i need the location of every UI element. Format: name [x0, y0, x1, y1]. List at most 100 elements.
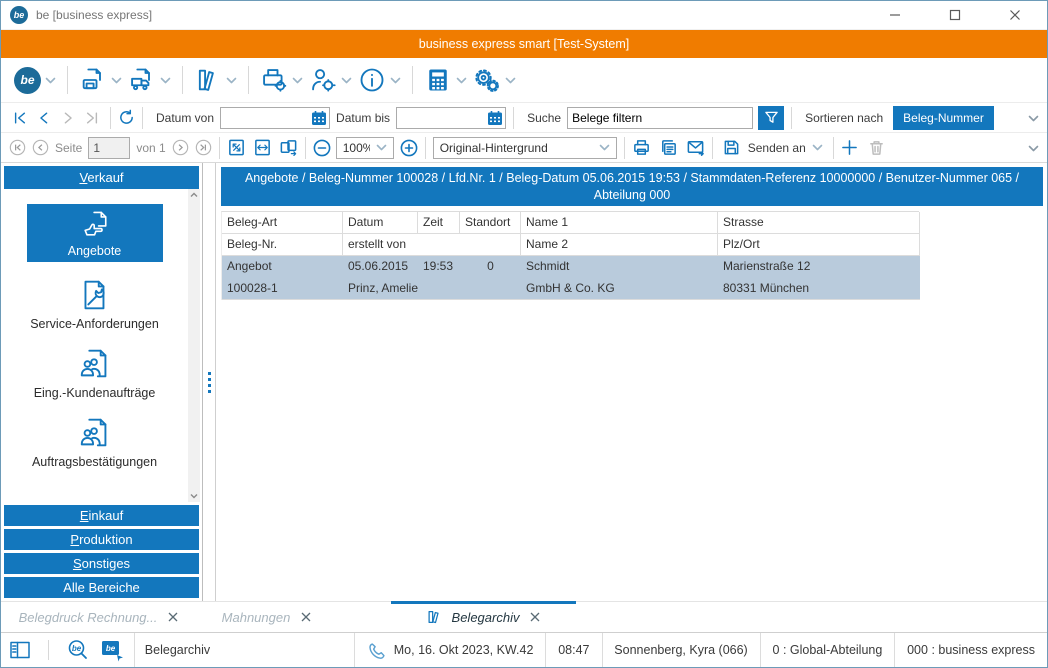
table-cell-standort[interactable]: 0	[460, 256, 521, 278]
date-to-label: Datum bis	[336, 111, 390, 125]
sidebar: Verkauf Angebote Service-Anforderungen E…	[1, 163, 203, 601]
table-cell-beleg-nr[interactable]: 100028-1	[222, 278, 343, 300]
sidebar-section-verkauf[interactable]: Verkauf	[4, 166, 199, 189]
close-tab-icon[interactable]	[529, 611, 541, 623]
previous-page-button[interactable]	[32, 139, 49, 156]
close-button[interactable]	[1008, 8, 1022, 22]
column-header[interactable]: Name 2	[521, 234, 718, 256]
title-bar: be be [business express]	[1, 1, 1047, 30]
sidebar-item-label: Auftragsbestätigungen	[32, 455, 157, 469]
minimize-button[interactable]	[888, 8, 902, 22]
be-window-icon[interactable]: be	[100, 638, 126, 662]
calculator-menu-button[interactable]	[421, 64, 470, 96]
column-header[interactable]: Strasse	[718, 212, 920, 234]
chevron-down-icon[interactable]	[1028, 115, 1039, 122]
app-logo-icon: be	[10, 6, 28, 24]
scroll-down-icon[interactable]	[190, 492, 198, 500]
toolbar-separator	[791, 107, 792, 129]
zoom-in-button[interactable]	[400, 139, 418, 157]
sidebar-section-produktion[interactable]: Produktion	[4, 529, 199, 550]
page-number-input[interactable]	[88, 137, 130, 159]
info-menu-button[interactable]	[355, 64, 404, 96]
fit-page-button[interactable]	[227, 138, 246, 157]
tab-mahnungen[interactable]: Mahnungen	[201, 602, 333, 632]
last-record-button[interactable]	[85, 111, 99, 125]
layout-panel-icon[interactable]	[9, 639, 31, 661]
table-cell-strasse[interactable]: Marienstraße 12	[718, 256, 920, 278]
copy-print-button[interactable]	[659, 138, 678, 157]
toolbar-separator	[425, 137, 426, 159]
background-select[interactable]: Original-Hintergrund	[433, 137, 617, 159]
sidebar-scrollbar[interactable]	[188, 189, 200, 502]
sort-by-button[interactable]: Beleg-Nummer	[893, 106, 994, 130]
table-cell-plz-ort[interactable]: 80331 München	[718, 278, 920, 300]
column-header[interactable]: Standort	[460, 212, 521, 234]
document-printer-icon	[79, 66, 107, 94]
delete-button[interactable]	[868, 139, 885, 156]
document-dispatch-menu-button[interactable]	[125, 64, 174, 96]
sidebar-section-einkauf[interactable]: Einkauf	[4, 505, 199, 526]
column-header[interactable]: Beleg-Nr.	[222, 234, 343, 256]
toolbar-separator	[412, 66, 413, 94]
tab-belegdruck-rechnung[interactable]: Belegdruck Rechnung...	[9, 602, 189, 632]
next-page-button[interactable]	[172, 139, 189, 156]
table-cell-zeit[interactable]: 19:53	[418, 256, 460, 278]
column-header[interactable]: Plz/Ort	[718, 234, 920, 256]
tab-belegarchiv[interactable]: Belegarchiv	[391, 602, 576, 632]
multi-page-view-button[interactable]	[279, 138, 298, 157]
first-page-button[interactable]	[9, 139, 26, 156]
close-tab-icon[interactable]	[167, 611, 179, 623]
last-page-button[interactable]	[195, 139, 212, 156]
table-cell-name1[interactable]: Schmidt	[521, 256, 718, 278]
send-to-button[interactable]: Senden an	[720, 137, 826, 158]
next-record-button[interactable]	[61, 111, 75, 125]
user-settings-menu-button[interactable]	[306, 64, 355, 96]
search-input[interactable]	[567, 107, 753, 129]
table-cell-erstellt-von[interactable]: Prinz, Amelie	[343, 278, 521, 300]
sort-by-label: Sortieren nach	[805, 111, 883, 125]
sidebar-item-angebote[interactable]: Angebote	[27, 204, 163, 262]
zoom-level-select[interactable]: 100%	[336, 137, 394, 159]
partial-books-icon	[77, 484, 113, 502]
calendar-icon[interactable]	[487, 110, 503, 126]
chevron-down-icon[interactable]	[1028, 145, 1039, 152]
phone-icon[interactable]	[367, 641, 386, 660]
print-settings-menu-button[interactable]	[257, 64, 306, 96]
print-button[interactable]	[632, 138, 651, 157]
document-print-menu-button[interactable]	[76, 64, 125, 96]
add-button[interactable]	[841, 139, 858, 156]
statusbar-date: Mo, 16. Okt 2023, KW.42	[355, 633, 546, 667]
column-header[interactable]: Beleg-Art	[222, 212, 343, 234]
first-record-button[interactable]	[13, 111, 27, 125]
column-header[interactable]: Zeit	[418, 212, 460, 234]
column-header[interactable]: Name 1	[521, 212, 718, 234]
zoom-out-button[interactable]	[313, 139, 331, 157]
maximize-button[interactable]	[948, 8, 962, 22]
archive-menu-button[interactable]	[191, 64, 240, 96]
email-button[interactable]	[686, 138, 705, 157]
sidebar-section-alle-bereiche[interactable]: Alle Bereiche	[4, 577, 199, 598]
sidebar-item-auftragsbestaetigungen[interactable]: Auftragsbestätigungen	[32, 415, 157, 469]
be-search-icon[interactable]: be	[66, 638, 90, 662]
close-tab-icon[interactable]	[300, 611, 312, 623]
calendar-icon[interactable]	[311, 110, 327, 126]
refresh-button[interactable]	[118, 109, 135, 126]
sidebar-section-sonstiges[interactable]: Sonstiges	[4, 553, 199, 574]
table-cell-name2[interactable]: GmbH & Co. KG	[521, 278, 718, 300]
previous-record-button[interactable]	[37, 111, 51, 125]
toolbar-separator	[248, 66, 249, 94]
be-menu-button[interactable]: be	[11, 65, 59, 96]
fit-width-button[interactable]	[253, 138, 272, 157]
sidebar-item-partial[interactable]	[77, 484, 113, 502]
sidebar-item-service-anforderungen[interactable]: Service-Anforderungen	[30, 277, 159, 331]
table-cell-beleg-art[interactable]: Angebot	[222, 256, 343, 278]
settings-menu-button[interactable]	[470, 64, 519, 96]
sidebar-item-eing-kundenauftraege[interactable]: Eing.-Kundenaufträge	[34, 346, 156, 400]
scroll-up-icon[interactable]	[190, 191, 198, 199]
column-header[interactable]: erstellt von	[343, 234, 521, 256]
filter-button[interactable]	[758, 106, 784, 130]
column-header[interactable]: Datum	[343, 212, 418, 234]
sidebar-splitter[interactable]	[203, 163, 216, 601]
table-cell-datum[interactable]: 05.06.2015	[343, 256, 418, 278]
statusbar-separator	[48, 640, 49, 660]
